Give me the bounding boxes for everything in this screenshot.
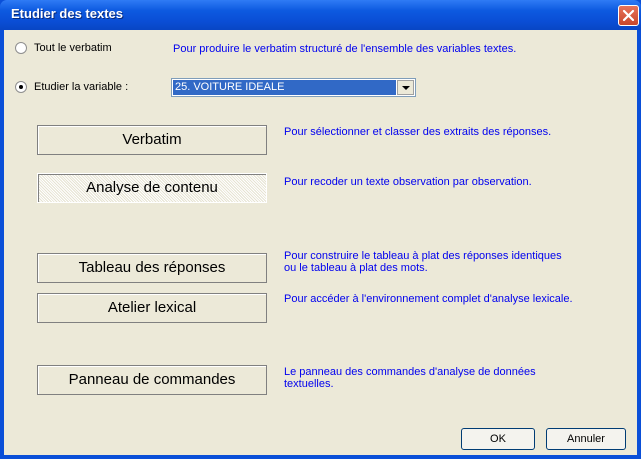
responses-table-button[interactable]: Tableau des réponses xyxy=(37,253,267,283)
ok-button[interactable]: OK xyxy=(461,428,535,450)
responses-table-desc-line1: Pour construire le tableau à plat des ré… xyxy=(284,250,562,262)
variable-select[interactable]: 25. VOITURE IDEALE xyxy=(171,78,416,97)
command-panel-button[interactable]: Panneau de commandes xyxy=(37,365,267,395)
lexical-workshop-button[interactable]: Atelier lexical xyxy=(37,293,267,323)
close-icon xyxy=(622,9,635,22)
dialog-window: Etudier des textes Tout le verbatim Pour… xyxy=(0,0,641,459)
close-button[interactable] xyxy=(618,5,639,26)
command-panel-desc-line1: Le panneau des commandes d'analyse de do… xyxy=(284,366,536,378)
lexical-workshop-desc: Pour accéder à l'environnement complet d… xyxy=(284,293,573,305)
radio-var-label: Etudier la variable : xyxy=(34,81,129,93)
radio-study-variable[interactable]: Etudier la variable : xyxy=(15,81,128,93)
verbatim-desc: Pour sélectionner et classer des extrait… xyxy=(284,126,552,138)
command-panel-desc: Le panneau des commandes d'analyse de do… xyxy=(284,366,536,390)
title-bar[interactable]: Etudier des textes xyxy=(0,0,641,30)
all-verbatim-desc: Pour produire le verbatim structuré de l… xyxy=(173,43,517,55)
window-title: Etudier des textes xyxy=(11,6,123,21)
dialog-body: Tout le verbatim Pour produire le verbat… xyxy=(4,30,637,455)
cancel-button[interactable]: Annuler xyxy=(546,428,626,450)
radio-button-checked[interactable] xyxy=(15,81,27,93)
command-panel-desc-line2: textuelles. xyxy=(284,378,334,390)
radio-all-verbatim[interactable]: Tout le verbatim xyxy=(15,42,112,54)
verbatim-button[interactable]: Verbatim xyxy=(37,125,267,155)
content-analysis-button[interactable]: Analyse de contenu xyxy=(37,173,267,203)
radio-all-label: Tout le verbatim xyxy=(34,42,112,54)
variable-select-value: 25. VOITURE IDEALE xyxy=(173,80,396,95)
responses-table-desc-line2: ou le tableau à plat des mots. xyxy=(284,262,428,274)
responses-table-desc: Pour construire le tableau à plat des ré… xyxy=(284,250,562,274)
chevron-down-icon[interactable] xyxy=(397,80,414,95)
content-analysis-desc: Pour recoder un texte observation par ob… xyxy=(284,176,532,188)
radio-button[interactable] xyxy=(15,42,27,54)
